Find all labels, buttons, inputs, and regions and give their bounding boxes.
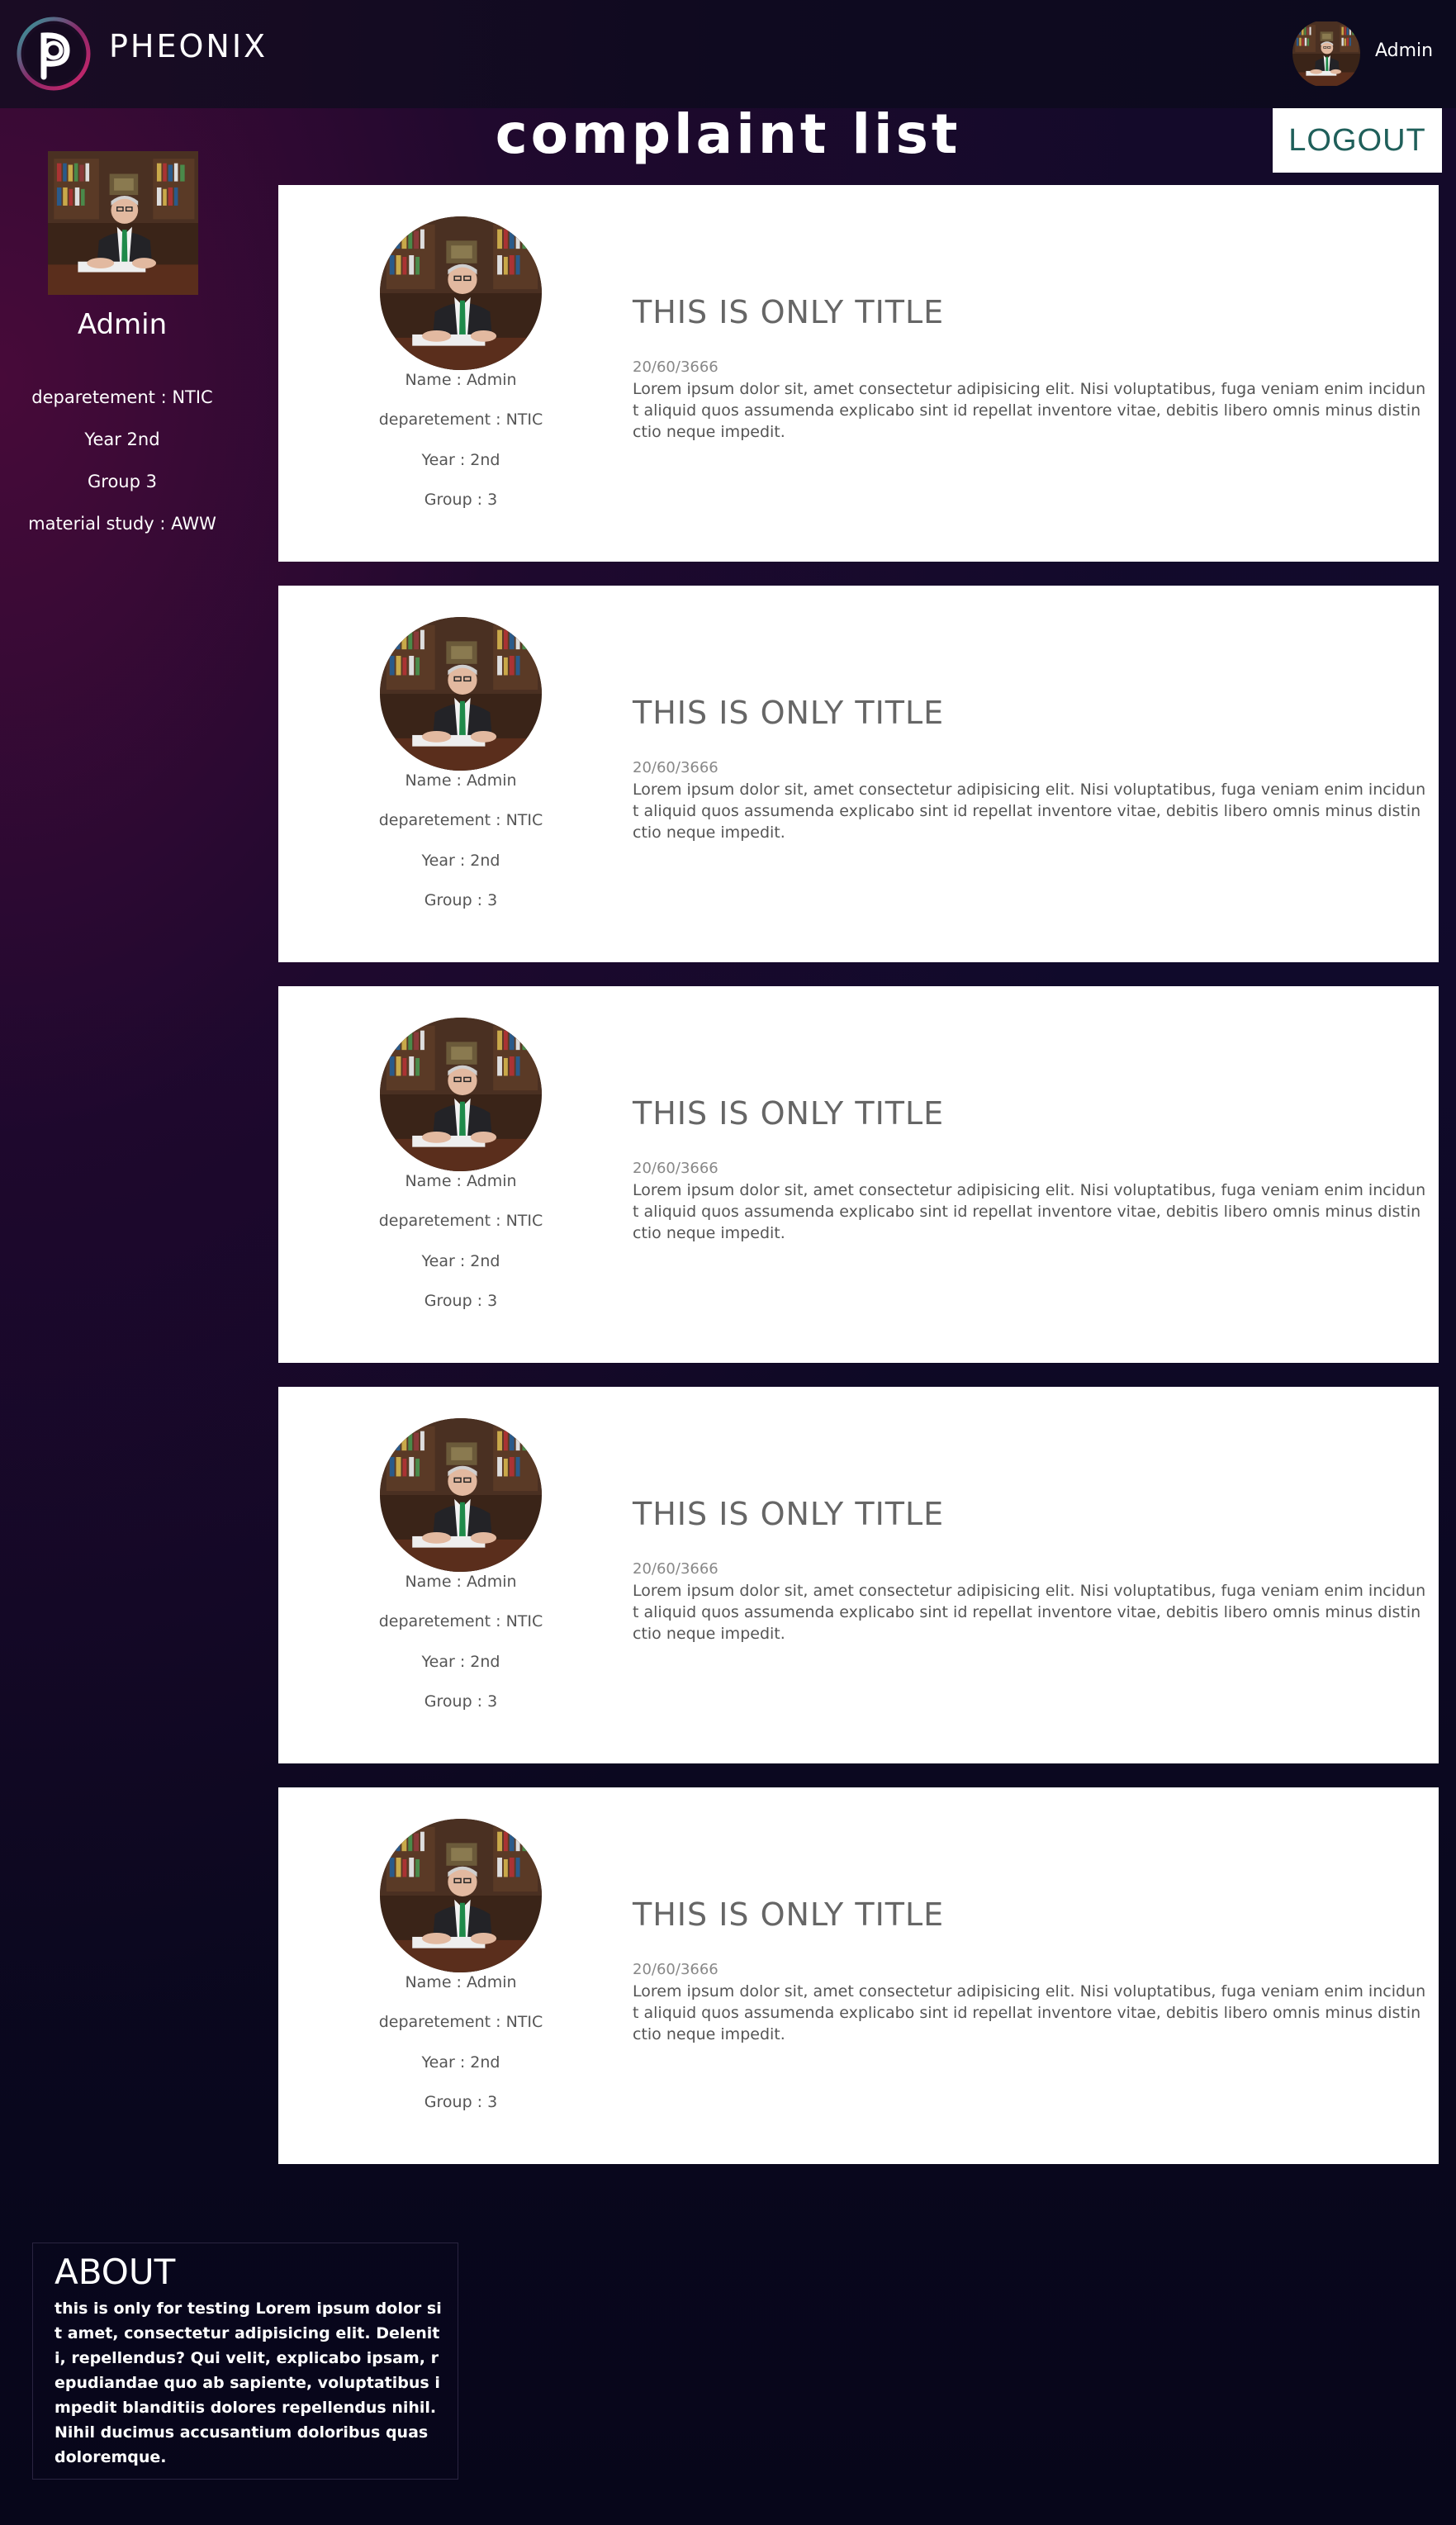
top-navbar: PHEONIX Admin xyxy=(0,0,1456,108)
page-title: complaint list xyxy=(495,102,961,166)
complaint-date: 20/60/3666 xyxy=(633,1160,719,1177)
complaint-body: Lorem ipsum dolor sit, amet consectetur … xyxy=(633,781,1426,842)
complaint-card[interactable]: Name : Admin deparetement : NTIC Year : … xyxy=(278,1387,1439,1763)
profile-name: Admin xyxy=(77,308,168,341)
complaint-card[interactable]: Name : Admin deparetement : NTIC Year : … xyxy=(278,185,1439,562)
about-title: ABOUT xyxy=(55,2252,176,2292)
complaint-date: 20/60/3666 xyxy=(633,759,719,776)
complaint-author-department: deparetement : NTIC xyxy=(378,2013,543,2031)
complaint-author-name: Name : Admin xyxy=(405,1172,517,1190)
complaint-author-year: Year : 2nd xyxy=(421,1653,500,1671)
complaint-author-avatar xyxy=(380,1819,542,1972)
complaint-body: Lorem ipsum dolor sit, amet consectetur … xyxy=(633,1582,1426,1643)
complaint-date: 20/60/3666 xyxy=(633,358,719,376)
pheonix-logo-icon[interactable] xyxy=(16,16,92,92)
complaint-author-name: Name : Admin xyxy=(405,771,517,790)
complaint-author-group: Group : 3 xyxy=(424,491,498,509)
complaint-date: 20/60/3666 xyxy=(633,1560,719,1578)
complaint-author-department: deparetement : NTIC xyxy=(378,1212,543,1230)
profile-department: deparetement : NTIC xyxy=(31,387,213,407)
profile-group: Group 3 xyxy=(88,472,157,491)
complaint-author-avatar xyxy=(380,1418,542,1572)
complaint-date: 20/60/3666 xyxy=(633,1961,719,1978)
complaint-title[interactable]: THIS IS ONLY TITLE xyxy=(633,294,944,330)
complaint-author-name: Name : Admin xyxy=(405,1973,517,1991)
complaint-author-group: Group : 3 xyxy=(424,1692,498,1711)
complaint-author-avatar xyxy=(380,216,542,370)
complaint-card[interactable]: Name : Admin deparetement : NTIC Year : … xyxy=(278,986,1439,1363)
complaint-body: Lorem ipsum dolor sit, amet consectetur … xyxy=(633,1181,1426,1242)
complaint-body: Lorem ipsum dolor sit, amet consectetur … xyxy=(633,380,1426,441)
complaint-body: Lorem ipsum dolor sit, amet consectetur … xyxy=(633,1982,1426,2043)
profile-photo xyxy=(48,151,198,295)
user-avatar[interactable] xyxy=(1292,20,1360,88)
brand-name[interactable]: PHEONIX xyxy=(109,28,268,64)
complaint-author-group: Group : 3 xyxy=(424,1292,498,1310)
complaint-author-avatar xyxy=(380,617,542,771)
complaint-title[interactable]: THIS IS ONLY TITLE xyxy=(633,1095,944,1132)
complaint-author-year: Year : 2nd xyxy=(421,852,500,870)
complaint-author-year: Year : 2nd xyxy=(421,1252,500,1270)
complaint-author-department: deparetement : NTIC xyxy=(378,1612,543,1630)
complaint-author-year: Year : 2nd xyxy=(421,451,500,469)
complaint-author-avatar xyxy=(380,1018,542,1171)
complaint-author-department: deparetement : NTIC xyxy=(378,811,543,829)
about-text: this is only for testing Lorem ipsum dol… xyxy=(55,2300,442,2466)
complaint-author-department: deparetement : NTIC xyxy=(378,411,543,429)
complaint-author-name: Name : Admin xyxy=(405,371,517,389)
complaint-author-group: Group : 3 xyxy=(424,2093,498,2111)
profile-material: material study : AWW xyxy=(28,514,216,534)
complaint-title[interactable]: THIS IS ONLY TITLE xyxy=(633,695,944,731)
profile-year: Year 2nd xyxy=(84,430,160,449)
complaint-title[interactable]: THIS IS ONLY TITLE xyxy=(633,1496,944,1532)
complaint-author-year: Year : 2nd xyxy=(421,2053,500,2072)
complaint-author-group: Group : 3 xyxy=(424,891,498,909)
complaint-card[interactable]: Name : Admin deparetement : NTIC Year : … xyxy=(278,1787,1439,2164)
about-box: ABOUT this is only for testing Lorem ips… xyxy=(32,2243,458,2480)
user-name[interactable]: Admin xyxy=(1375,40,1433,61)
complaint-title[interactable]: THIS IS ONLY TITLE xyxy=(633,1896,944,1933)
complaint-author-name: Name : Admin xyxy=(405,1573,517,1591)
logout-button[interactable]: LOGOUT xyxy=(1273,108,1442,173)
complaint-card[interactable]: Name : Admin deparetement : NTIC Year : … xyxy=(278,586,1439,962)
